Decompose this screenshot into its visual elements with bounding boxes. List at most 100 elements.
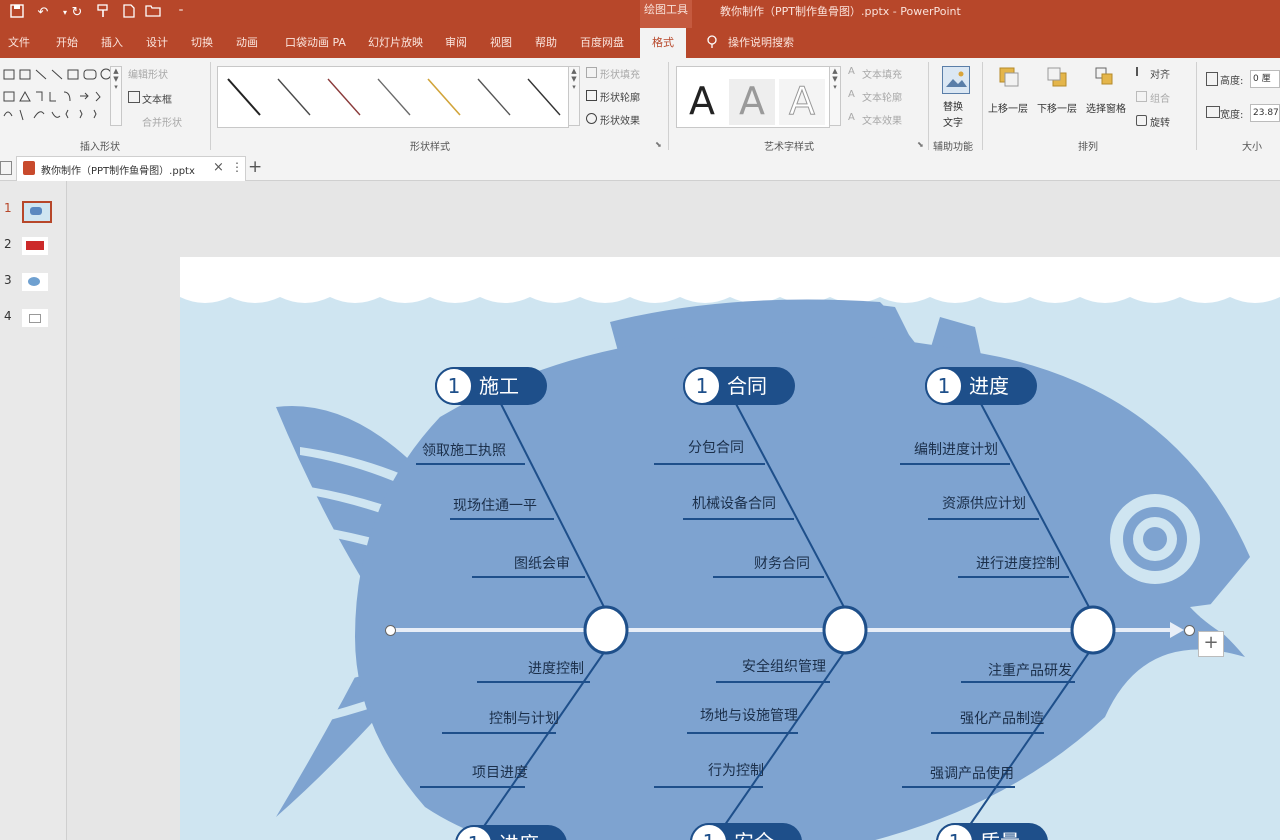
cause-label[interactable]: 资源供应计划 <box>942 493 1026 513</box>
cause-label[interactable]: 图纸会审 <box>514 553 570 573</box>
open-folder-icon[interactable] <box>144 4 162 22</box>
edit-shape-button[interactable]: 编辑形状 <box>128 66 168 81</box>
text-effects-button[interactable]: 文本效果 <box>862 112 902 127</box>
rotate-button[interactable]: 旋转 <box>1150 114 1170 129</box>
group-button[interactable]: 组合 <box>1150 90 1170 105</box>
text-outline-button[interactable]: 文本轮廓 <box>862 89 902 104</box>
cause-label[interactable]: 现场住通一平 <box>453 495 537 515</box>
dialog-launcher-icon[interactable]: ⬊ <box>655 140 662 149</box>
cause-label[interactable]: 进度控制 <box>528 658 584 678</box>
tab-home[interactable]: 开始 <box>56 34 78 50</box>
category-pill[interactable]: 1 进度 <box>925 367 1037 405</box>
tab-file[interactable]: 文件 <box>8 34 30 50</box>
alt-text-label-line1[interactable]: 替换 <box>943 98 963 113</box>
cause-label[interactable]: 控制与计划 <box>489 708 559 728</box>
send-backward-icon[interactable] <box>1046 66 1068 88</box>
cause-label[interactable]: 注重产品研发 <box>988 660 1072 680</box>
tab-design[interactable]: 设计 <box>146 34 168 50</box>
selection-handle-end[interactable] <box>1184 625 1195 636</box>
selection-handle-start[interactable] <box>385 625 396 636</box>
cause-label[interactable]: 安全组织管理 <box>742 656 826 676</box>
shape-styles-gallery[interactable] <box>217 66 569 128</box>
tab-view[interactable]: 视图 <box>490 34 512 50</box>
cause-label[interactable]: 领取施工执照 <box>422 440 506 460</box>
cause-label[interactable]: 项目进度 <box>472 762 528 782</box>
category-label: 施工 <box>479 374 519 398</box>
customize-qat-icon[interactable]: ⁼ <box>172 4 190 22</box>
category-pill[interactable]: 1 施工 <box>435 367 547 405</box>
tab-slideshow[interactable]: 幻灯片放映 <box>368 34 423 50</box>
tab-menu-icon[interactable]: ⋮ <box>231 160 243 174</box>
bring-forward-icon[interactable] <box>998 66 1020 88</box>
wordart-sample-outline[interactable]: A <box>779 79 825 125</box>
wordart-sample-gray[interactable]: A <box>729 79 775 125</box>
text-fill-icon: A <box>848 66 855 77</box>
cause-label[interactable]: 财务合同 <box>754 553 810 573</box>
tab-pocket-animation[interactable]: 口袋动画 PA <box>285 34 346 50</box>
slide-thumbnail-2[interactable] <box>22 237 48 255</box>
category-pill[interactable]: 1 安全 <box>690 823 802 840</box>
width-input[interactable]: 23.87 <box>1250 104 1280 122</box>
tab-animations[interactable]: 动画 <box>236 34 258 50</box>
dialog-launcher-icon[interactable]: ⬊ <box>917 140 924 149</box>
tab-transitions[interactable]: 切换 <box>191 34 213 50</box>
shape-effects-button[interactable]: 形状效果 <box>600 112 640 127</box>
cause-label[interactable]: 场地与设施管理 <box>700 705 798 725</box>
undo-icon[interactable]: ↶ <box>34 4 52 22</box>
wordart-gallery[interactable]: A A A <box>676 66 830 128</box>
wordart-gallery-scroll[interactable]: ▲ ▼ ▾ <box>829 66 841 126</box>
category-pill[interactable]: 1 合同 <box>683 367 795 405</box>
wordart-group-label: 艺术字样式 <box>764 142 814 153</box>
cause-label[interactable]: 机械设备合同 <box>692 493 776 513</box>
alt-text-icon[interactable] <box>942 66 970 94</box>
tab-format[interactable]: 格式 <box>640 28 686 58</box>
slide-canvas[interactable]: 1 施工 1 合同 1 进度 领取施工执照 现场住通一平 图纸会审 分包合同 机… <box>180 257 1280 840</box>
selection-pane-button[interactable]: 选择窗格 <box>1086 100 1126 115</box>
shape-fill-button[interactable]: 形状填充 <box>600 66 640 81</box>
save-icon[interactable] <box>8 4 26 22</box>
document-tab[interactable]: 教你制作（PPT制作鱼骨图）.pptx × ⋮ <box>16 156 246 181</box>
bring-forward-button[interactable]: 上移一层 <box>988 100 1028 115</box>
tab-baidu-netdisk[interactable]: 百度网盘 <box>580 34 624 50</box>
text-fill-button[interactable]: 文本填充 <box>862 66 902 81</box>
category-pill[interactable]: 1 质量 <box>936 823 1048 840</box>
new-tab-icon[interactable]: + <box>248 157 262 177</box>
pen-outline-icon <box>586 90 597 101</box>
shapes-gallery[interactable] <box>2 66 122 126</box>
wordart-sample-black[interactable]: A <box>679 79 725 125</box>
rotate-icon <box>1136 115 1147 126</box>
shape-styles-scroll[interactable]: ▲ ▼ ▾ <box>568 66 580 126</box>
redo-icon[interactable]: ↻ <box>68 4 86 22</box>
cause-label[interactable]: 强调产品使用 <box>930 763 1014 783</box>
tell-me-search[interactable]: 操作说明搜索 <box>728 34 794 50</box>
slide-thumbnail-4[interactable] <box>22 309 48 327</box>
cause-label[interactable]: 分包合同 <box>688 437 744 457</box>
size-group-label: 大小 <box>1242 142 1262 153</box>
height-input[interactable]: 0 厘米 <box>1250 70 1280 88</box>
shapes-gallery-scroll[interactable]: ▲ ▼ ▾ <box>110 66 122 126</box>
selection-pane-icon[interactable] <box>1094 66 1116 88</box>
slide-thumbnail-3[interactable] <box>22 273 48 291</box>
merge-shapes-button[interactable]: 合并形状 <box>142 114 182 129</box>
tab-review[interactable]: 审阅 <box>445 34 467 50</box>
height-label: 高度: <box>1220 76 1244 87</box>
alt-text-label-line2[interactable]: 文字 <box>943 114 963 129</box>
category-pill[interactable]: 1 进度 <box>455 825 567 840</box>
cause-label[interactable]: 进行进度控制 <box>976 553 1060 573</box>
group-icon <box>1136 91 1147 102</box>
align-button[interactable]: 对齐 <box>1150 66 1170 81</box>
close-tab-icon[interactable]: × <box>213 160 224 175</box>
cause-label[interactable]: 行为控制 <box>708 760 764 780</box>
send-backward-button[interactable]: 下移一层 <box>1037 100 1077 115</box>
tab-insert[interactable]: 插入 <box>101 34 123 50</box>
shape-outline-button[interactable]: 形状轮廓 <box>600 89 640 104</box>
slide-thumbnail-1[interactable] <box>22 201 52 223</box>
text-box-button[interactable]: 文本框 <box>142 91 172 106</box>
add-element-button[interactable]: + <box>1198 631 1224 657</box>
format-painter-icon[interactable] <box>94 4 112 22</box>
new-file-icon[interactable] <box>120 4 138 22</box>
divider <box>210 62 211 150</box>
tab-help[interactable]: 帮助 <box>535 34 557 50</box>
cause-label[interactable]: 编制进度计划 <box>914 439 998 459</box>
cause-label[interactable]: 强化产品制造 <box>960 708 1044 728</box>
